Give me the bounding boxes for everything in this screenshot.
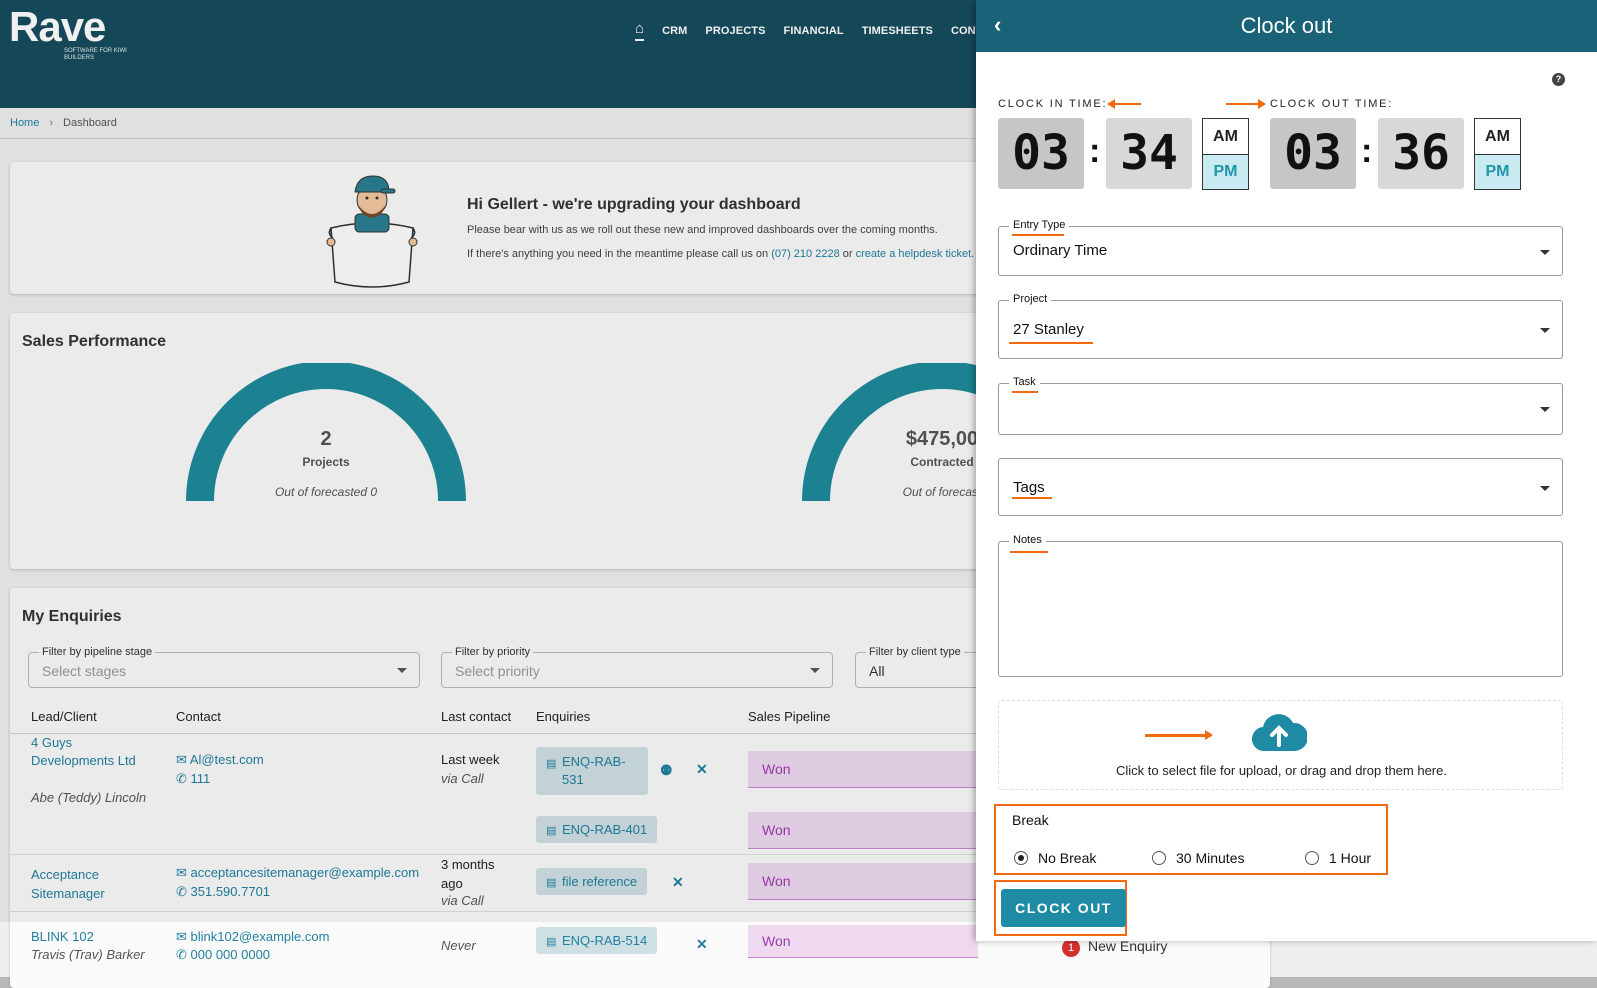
radio-checked-icon (1014, 851, 1028, 865)
tags-select[interactable]: Tags (998, 458, 1563, 516)
clock-out-ampm-toggle: AM PM (1474, 118, 1521, 190)
entry-type-label: Entry Type (1009, 219, 1070, 231)
help-icon[interactable]: ? (1552, 73, 1565, 86)
contact-email-text: blink102@example.com (190, 929, 330, 944)
clock-out-drawer: ‹ Clock out ? CLOCK IN TIME: CLOCK OUT T… (976, 0, 1597, 941)
clock-out-highlight: CLOCK OUT (994, 880, 1127, 936)
annotation-underline (1012, 497, 1052, 499)
drawer-title: Clock out (1240, 13, 1333, 38)
cloud-upload-icon (1252, 714, 1307, 752)
task-select[interactable]: Task (998, 376, 1563, 435)
lead-person: Travis (Trav) Barker (31, 947, 145, 962)
radio-no-break[interactable]: No Break (1014, 850, 1096, 866)
clock-out-hour[interactable]: 03 (1270, 118, 1356, 189)
clock-out-minute[interactable]: 36 (1378, 118, 1464, 189)
radio-30-minutes-label: 30 Minutes (1176, 850, 1245, 866)
annotation-underline (1012, 391, 1038, 393)
project-label: Project (1009, 293, 1052, 305)
annotation-underline (1010, 551, 1048, 553)
chevron-down-icon (1540, 328, 1550, 333)
notes-label: Notes (1009, 534, 1046, 546)
drawer-header: ‹ Clock out (976, 0, 1597, 52)
chevron-down-icon (1540, 407, 1550, 412)
clock-in-label: CLOCK IN TIME: (998, 98, 1108, 110)
contact-phone[interactable]: ✆ 000 000 0000 (176, 947, 270, 963)
annotation-underline (1012, 234, 1064, 236)
clock-in-am-button[interactable]: AM (1203, 119, 1248, 155)
tags-placeholder: Tags (1013, 479, 1045, 496)
lead-name-link[interactable]: BLINK 102 (31, 929, 94, 944)
clock-in-hour[interactable]: 03 (998, 118, 1084, 189)
clock-in-pm-button[interactable]: PM (1203, 155, 1248, 189)
radio-1-hour-label: 1 Hour (1329, 850, 1372, 866)
clock-in-minute[interactable]: 34 (1106, 118, 1192, 189)
project-select[interactable]: Project 27 Stanley (998, 293, 1563, 359)
task-label: Task (1009, 376, 1040, 388)
entry-type-value: Ordinary Time (1013, 242, 1108, 259)
radio-unchecked-icon (1152, 851, 1166, 865)
enquiry-chip-label: ENQ-RAB-514 (562, 933, 648, 948)
chevron-down-icon (1540, 250, 1550, 255)
last-contact: Never (441, 938, 476, 953)
clock-out-label: CLOCK OUT TIME: (1270, 98, 1394, 110)
break-label: Break (1012, 812, 1049, 828)
file-upload-dropzone[interactable]: Click to select file for upload, or drag… (998, 700, 1563, 790)
radio-1-hour[interactable]: 1 Hour (1305, 850, 1371, 866)
clock-out-am-button[interactable]: AM (1475, 119, 1520, 155)
radio-30-minutes[interactable]: 30 Minutes (1152, 850, 1244, 866)
notes-textarea[interactable]: Notes (998, 534, 1563, 677)
status-badge: 1 (1062, 939, 1080, 957)
entry-type-select[interactable]: Entry Type Ordinary Time (998, 219, 1563, 276)
document-icon: ▤ (546, 936, 557, 948)
annotation-underline (1009, 342, 1093, 344)
chevron-down-icon (1540, 486, 1550, 491)
mail-icon: ✉ (176, 929, 191, 944)
time-separator: : (1361, 132, 1373, 170)
annotation-arrow (1107, 99, 1141, 109)
contact-phone-text: 000 000 0000 (190, 947, 271, 962)
clock-out-button[interactable]: CLOCK OUT (1001, 889, 1126, 927)
annotation-arrow (1145, 730, 1213, 740)
radio-no-break-label: No Break (1038, 850, 1097, 866)
clock-in-ampm-toggle: AM PM (1202, 118, 1249, 190)
tools-icon[interactable]: ✕ (696, 936, 708, 953)
enquiry-chip[interactable]: ▤ ENQ-RAB-514 (536, 927, 658, 954)
time-separator: : (1089, 132, 1101, 170)
radio-unchecked-icon (1305, 851, 1319, 865)
project-value: 27 Stanley (1013, 321, 1084, 338)
phone-icon: ✆ (176, 947, 191, 962)
annotation-arrow (1226, 99, 1266, 109)
pipeline-stage[interactable]: Won (748, 925, 978, 958)
clock-out-pm-button[interactable]: PM (1475, 155, 1520, 189)
contact-email[interactable]: ✉ blink102@example.com (176, 929, 329, 945)
upload-instructions: Click to select file for upload, or drag… (1116, 763, 1447, 778)
break-options-group: Break No Break 30 Minutes 1 Hour (994, 804, 1388, 875)
